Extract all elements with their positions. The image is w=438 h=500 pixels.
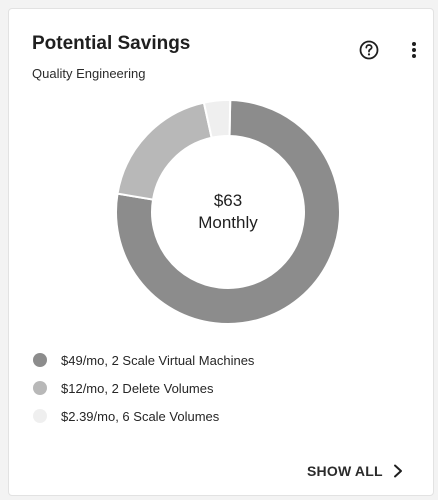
savings-donut-chart: $63 Monthly <box>114 98 342 326</box>
chevron-right-icon <box>393 464 402 478</box>
legend-label: $49/mo, 2 Scale Virtual Machines <box>61 352 255 368</box>
legend-swatch <box>33 353 47 367</box>
more-options-button[interactable] <box>407 39 421 61</box>
card-title: Potential Savings <box>32 33 191 54</box>
legend-item[interactable]: $49/mo, 2 Scale Virtual Machines <box>33 346 413 374</box>
help-button[interactable] <box>358 39 380 61</box>
legend-label: $12/mo, 2 Delete Volumes <box>61 380 214 396</box>
legend-item[interactable]: $2.39/mo, 6 Scale Volumes <box>33 402 413 430</box>
potential-savings-card: Potential Savings Quality Engineering $6… <box>8 8 434 496</box>
show-all-link[interactable]: SHOW ALL <box>307 463 403 479</box>
legend-item[interactable]: $12/mo, 2 Delete Volumes <box>33 374 413 402</box>
legend-label: $2.39/mo, 6 Scale Volumes <box>61 408 220 424</box>
chart-legend: $49/mo, 2 Scale Virtual Machines $12/mo,… <box>33 346 413 430</box>
vertical-ellipsis-icon <box>412 42 416 58</box>
show-all-label: SHOW ALL <box>307 463 383 479</box>
question-circle-icon <box>359 40 379 60</box>
card-subtitle: Quality Engineering <box>32 66 146 81</box>
legend-swatch <box>33 409 47 423</box>
donut-svg <box>115 99 341 325</box>
donut-slice-1[interactable] <box>116 101 213 201</box>
legend-swatch <box>33 381 47 395</box>
